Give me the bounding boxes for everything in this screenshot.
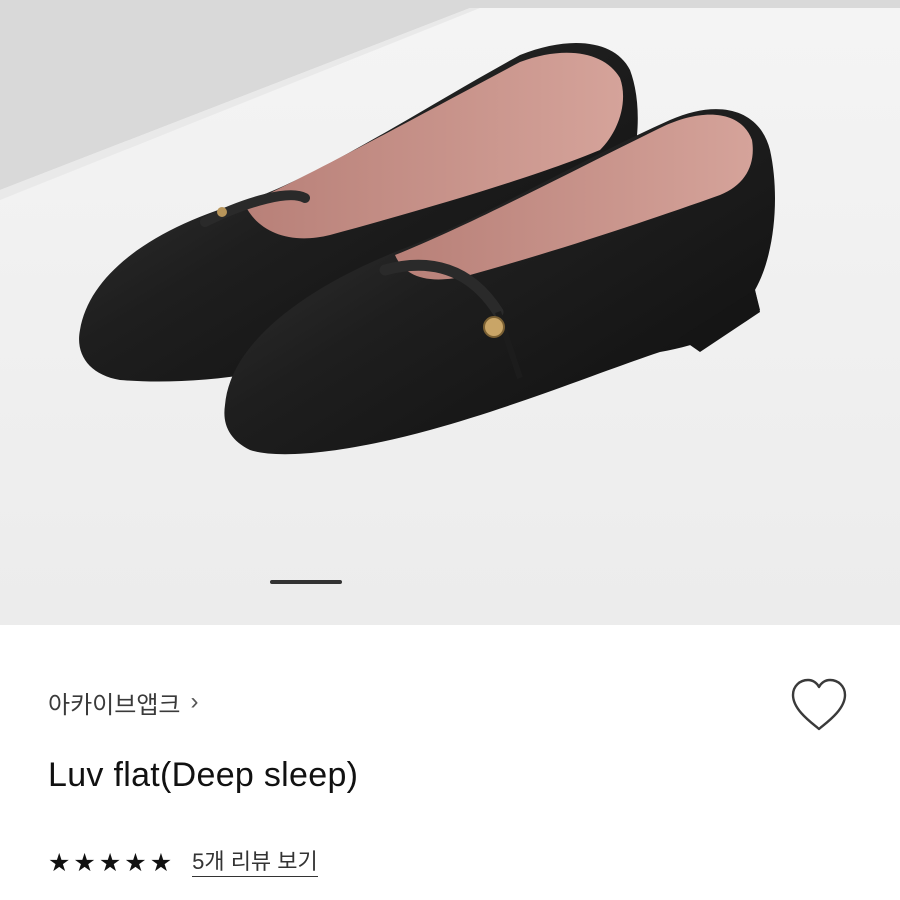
product-image-gallery[interactable] <box>0 0 900 625</box>
gallery-indicator <box>0 580 900 584</box>
product-photo <box>0 0 900 625</box>
star-icon: ★ <box>124 848 147 877</box>
heart-outline-icon[interactable] <box>788 677 850 733</box>
star-icon: ★ <box>149 848 173 877</box>
rating-row: ★ ★ ★ ★ ★ 5개 리뷰 보기 <box>48 847 318 879</box>
brand-link[interactable]: 아카이브앱크 › <box>48 684 198 720</box>
star-icon: ★ <box>98 848 122 877</box>
reviews-link[interactable]: 5개 리뷰 보기 <box>192 849 318 878</box>
chevron-right-icon: › <box>190 688 199 715</box>
star-icon: ★ <box>73 848 96 877</box>
star-rating: ★ ★ ★ ★ ★ <box>48 848 173 877</box>
product-info: 아카이브앱크 › Luv flat(Deep sleep) ★ ★ ★ ★ ★ … <box>0 625 900 900</box>
brand-name: 아카이브앱크 <box>48 691 181 719</box>
indicator-active-dot <box>270 580 342 584</box>
star-icon: ★ <box>48 848 71 877</box>
product-title: Luv flat(Deep sleep) <box>48 756 359 794</box>
